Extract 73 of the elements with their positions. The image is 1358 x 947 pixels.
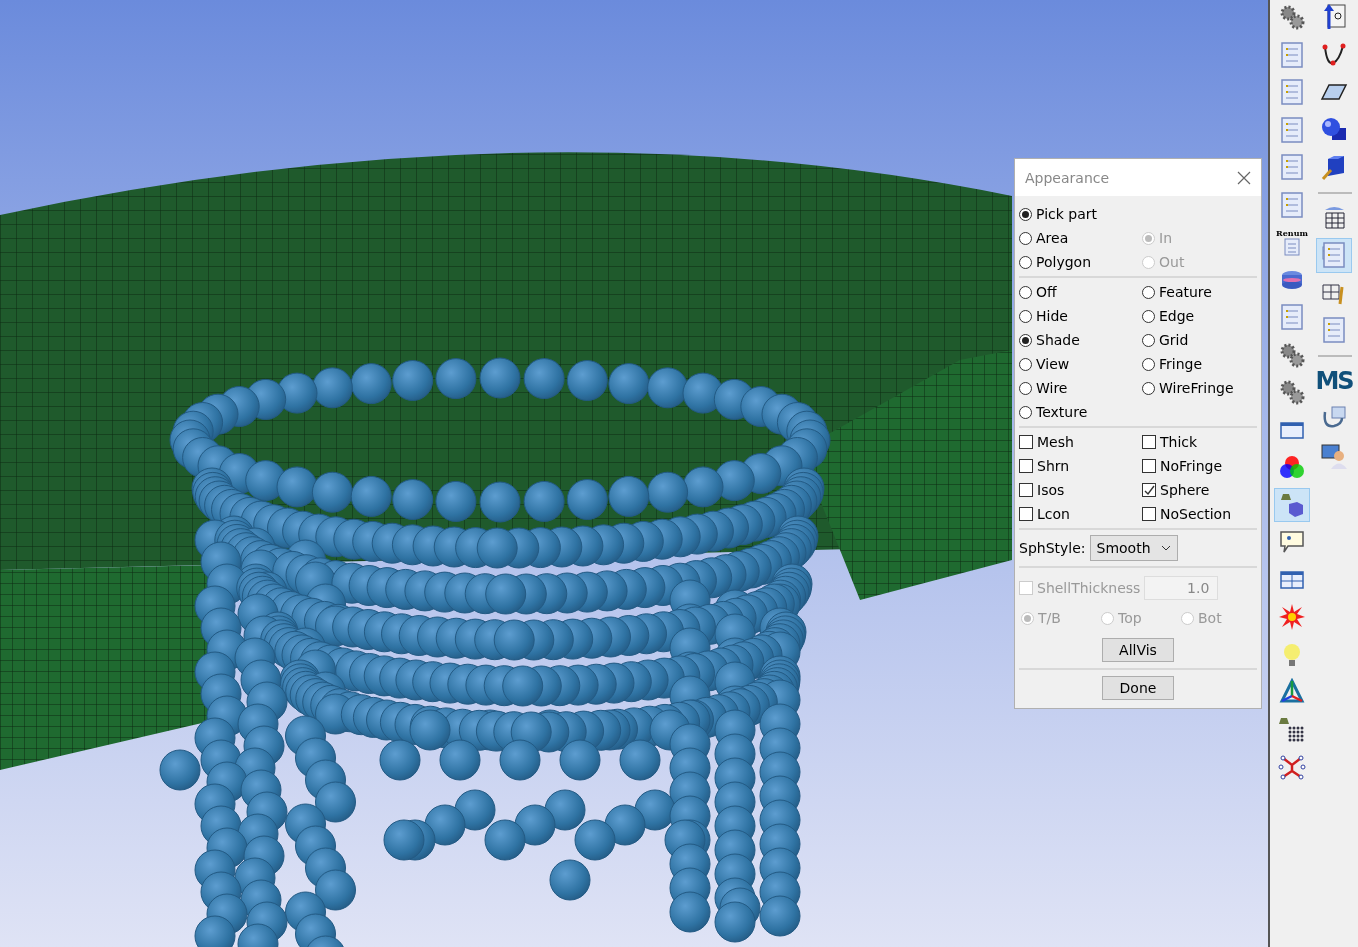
- option-label: Hide: [1036, 308, 1068, 324]
- list-icon: [1278, 115, 1306, 144]
- option-label: Wire: [1036, 380, 1068, 396]
- option-label: Lcon: [1037, 506, 1070, 522]
- option-label: Thick: [1160, 434, 1198, 450]
- option-label: ShellThickness: [1037, 580, 1141, 596]
- option-label: View: [1036, 356, 1070, 372]
- user-icon: [1320, 441, 1348, 470]
- option-label: Shade: [1036, 332, 1080, 348]
- radio-button[interactable]: [1019, 309, 1032, 323]
- option-label: T/B: [1038, 610, 1061, 626]
- option-label: Sphere: [1160, 482, 1210, 498]
- list-icon: [1278, 303, 1306, 332]
- radio-button[interactable]: [1019, 357, 1032, 371]
- option-label: Mesh: [1037, 434, 1074, 450]
- radio-button[interactable]: [1019, 381, 1032, 395]
- option-label: WireFringe: [1159, 380, 1234, 396]
- list-icon: [1278, 78, 1306, 107]
- gears-icon: [1278, 3, 1306, 32]
- checkbox[interactable]: [1142, 507, 1156, 521]
- radio-button[interactable]: [1019, 333, 1032, 347]
- option-label: Out: [1159, 254, 1185, 270]
- checkbox[interactable]: [1019, 483, 1033, 497]
- radio-button[interactable]: [1019, 285, 1032, 299]
- option-label: Fringe: [1159, 356, 1203, 372]
- checkbox[interactable]: [1142, 459, 1156, 473]
- table-list-icon: [1320, 241, 1348, 270]
- option-label: Top: [1118, 610, 1142, 626]
- option-label: NoSection: [1160, 506, 1232, 522]
- checkbox[interactable]: [1019, 507, 1033, 521]
- checkbox[interactable]: [1019, 435, 1033, 449]
- option-label: Edge: [1159, 308, 1195, 324]
- radio-button[interactable]: [1142, 333, 1155, 347]
- option-label: Texture: [1036, 404, 1088, 420]
- option-label: Off: [1036, 284, 1057, 300]
- close-icon[interactable]: [1237, 170, 1251, 185]
- option-label: NoFringe: [1160, 458, 1223, 474]
- option-label: Shrn: [1037, 458, 1070, 474]
- radio-button[interactable]: [1142, 357, 1155, 371]
- allvis-button[interactable]: AllVis: [1102, 638, 1174, 662]
- sph-style-dropdown[interactable]: Smooth: [1089, 535, 1178, 561]
- list-icon: [1284, 237, 1300, 256]
- gears-icon: [1278, 378, 1306, 407]
- radio-button[interactable]: [1142, 285, 1155, 299]
- option-label: Isos: [1037, 482, 1065, 498]
- option-label: Pick part: [1036, 206, 1097, 222]
- option-label: Polygon: [1036, 254, 1091, 270]
- checkbox[interactable]: [1019, 459, 1033, 473]
- radio-button[interactable]: [1019, 207, 1032, 221]
- list-icon: [1278, 190, 1306, 219]
- toolbar-button[interactable]: MS: [1316, 363, 1352, 398]
- radio-button[interactable]: [1142, 381, 1155, 395]
- network-icon: [1278, 753, 1306, 782]
- sph-style-label: SphStyle:: [1019, 540, 1086, 556]
- caret-icon: [1160, 545, 1171, 551]
- list-icon: [1278, 153, 1306, 182]
- option-label: Feature: [1159, 284, 1212, 300]
- option-label: Bot: [1198, 610, 1222, 626]
- checkbox[interactable]: [1142, 435, 1156, 449]
- radio-button[interactable]: [1019, 405, 1032, 419]
- list-icon: [1278, 40, 1306, 69]
- option-label: In: [1159, 230, 1172, 246]
- radio-button[interactable]: [1142, 309, 1155, 323]
- toolbar-button[interactable]: Renum: [1274, 225, 1310, 260]
- option-label: Area: [1036, 230, 1069, 246]
- dialog-title: Appearance: [1025, 169, 1110, 186]
- lamp-dots-icon: [1278, 715, 1306, 744]
- radio-button[interactable]: [1019, 231, 1032, 245]
- radio-button[interactable]: [1019, 255, 1032, 269]
- option-label: Grid: [1159, 332, 1189, 348]
- list-icon: [1320, 316, 1348, 345]
- done-button[interactable]: Done: [1102, 676, 1174, 700]
- checkbox[interactable]: [1142, 483, 1156, 497]
